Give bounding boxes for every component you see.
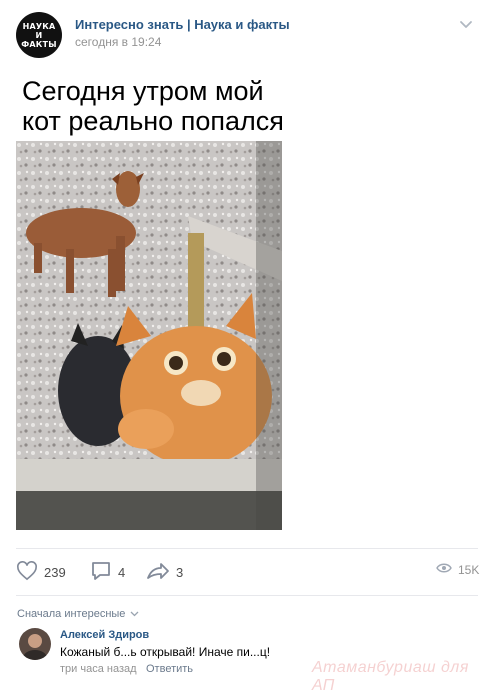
chevron-down-icon[interactable] [456, 14, 476, 34]
post-photo[interactable] [16, 141, 282, 530]
commenter-avatar[interactable] [19, 628, 51, 660]
views-counter: 15K [436, 562, 479, 577]
actions-divider-bottom [16, 595, 478, 596]
share-count: 3 [176, 564, 184, 580]
post-text: Сегодня утром мой кот реально попался [22, 76, 462, 136]
comment-button[interactable]: 4 [90, 561, 125, 583]
comment-timestamp[interactable]: три часа назад [60, 663, 137, 675]
comment-bubble-icon [90, 561, 118, 584]
comments-sort-dropdown[interactable]: Сначала интересные [17, 608, 139, 620]
share-button[interactable]: 3 [146, 561, 183, 583]
group-avatar[interactable]: НАУКА И ФАКТЫ [16, 12, 62, 58]
eye-icon [436, 562, 458, 577]
chevron-down-icon [131, 611, 139, 617]
comment-count: 4 [118, 564, 126, 580]
post-timestamp[interactable]: сегодня в 19:24 [75, 35, 161, 49]
actions-divider-top [16, 548, 478, 549]
comment-text: Кожаный б...ь открывай! Иначе пи...ц! [60, 645, 271, 659]
comment-author-link[interactable]: Алексей Здиров [60, 629, 149, 641]
group-name-link[interactable]: Интересно знать | Наука и факты [75, 17, 290, 32]
like-count: 239 [44, 564, 66, 580]
watermark: Атаманбуриаш для АП [312, 659, 469, 694]
post-text-line-1: Сегодня утром мой [22, 76, 264, 106]
post-text-line-2: кот реально попался [22, 106, 284, 136]
like-button[interactable]: 239 [16, 560, 66, 584]
heart-icon [16, 560, 44, 584]
views-count: 15K [458, 562, 480, 577]
share-arrow-icon [146, 561, 176, 584]
reply-button[interactable]: Ответить [146, 663, 193, 675]
group-logo-text: НАУКА И ФАКТЫ [21, 21, 57, 49]
comments-sort-label: Сначала интересные [17, 608, 126, 620]
